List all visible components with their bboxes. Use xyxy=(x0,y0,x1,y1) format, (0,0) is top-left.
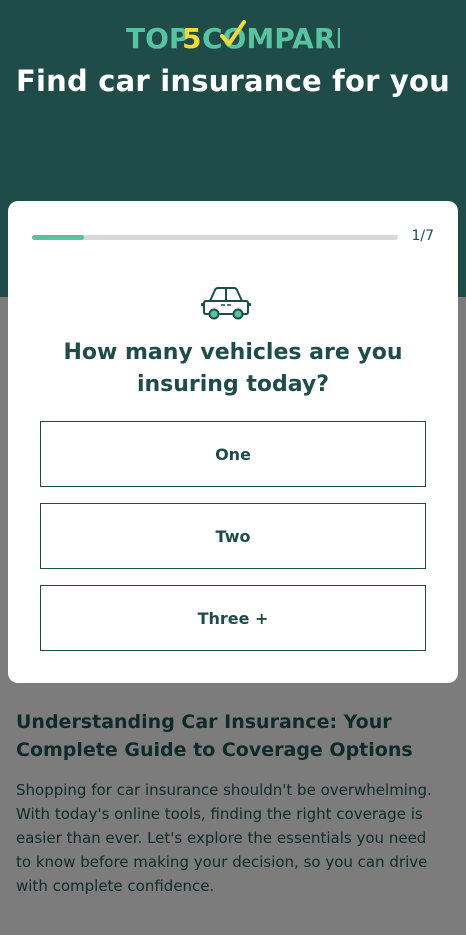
question-text: How many vehicles are you insuring today… xyxy=(63,340,403,397)
progress-bar xyxy=(32,235,398,240)
logo-text-top: TOP xyxy=(126,22,189,55)
step-counter: 1/7 xyxy=(411,228,434,244)
option-one-button[interactable]: One xyxy=(40,421,426,487)
option-three-plus-button[interactable]: Three + xyxy=(40,585,426,651)
article-section: Understanding Car Insurance: Your Comple… xyxy=(16,708,446,898)
logo-text-number: 5 xyxy=(182,22,201,55)
page-title: Find car insurance for you xyxy=(16,64,450,98)
option-two-button[interactable]: Two xyxy=(40,503,426,569)
article-heading: Understanding Car Insurance: Your Comple… xyxy=(16,711,413,761)
article-body: Shopping for car insurance shouldn't be … xyxy=(16,781,432,895)
brand-logo[interactable]: TOP 5 COMPARE xyxy=(0,18,466,58)
progress-bar-fill xyxy=(32,235,85,240)
logo-graphic: TOP 5 COMPARE xyxy=(126,20,340,55)
quiz-card: 1/7 How many vehicles are you insuring t… xyxy=(8,201,458,683)
car-icon xyxy=(201,287,251,320)
